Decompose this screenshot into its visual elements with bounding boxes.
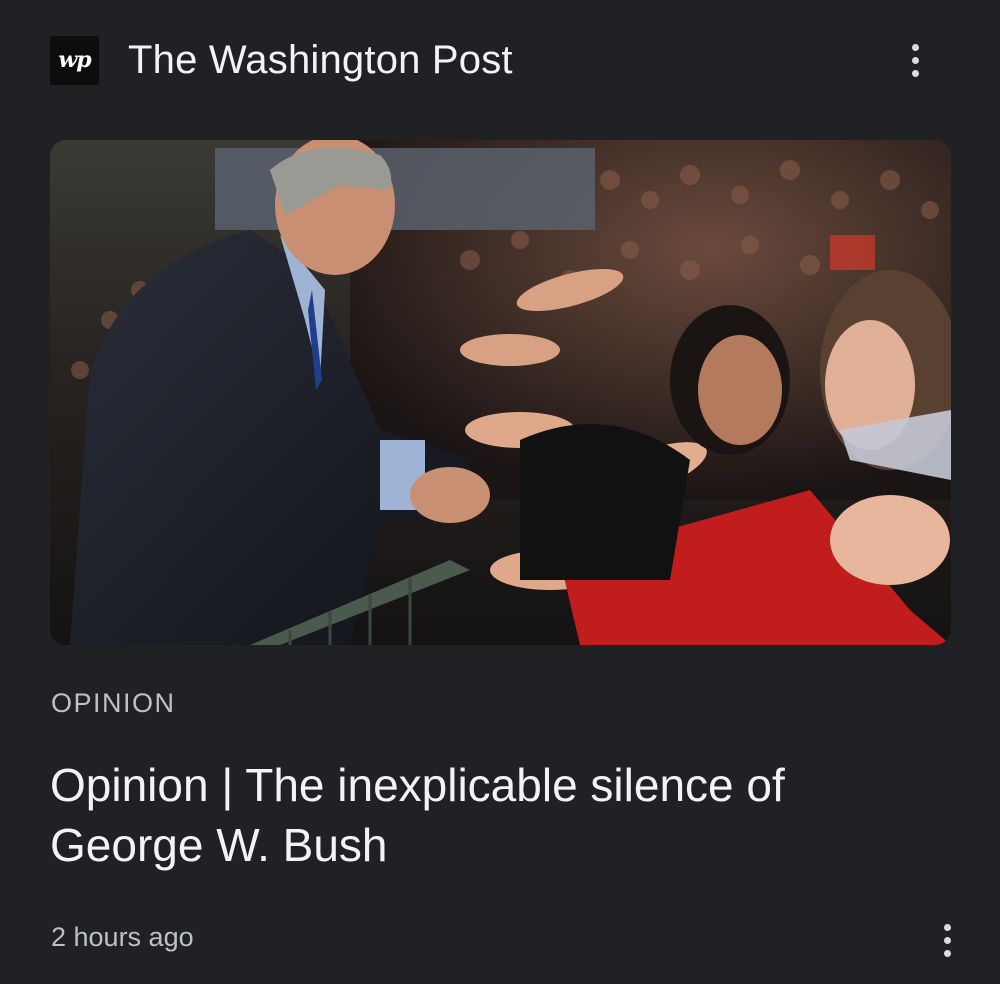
more-options-button[interactable] [900, 35, 930, 85]
photo-illustration [50, 140, 951, 645]
more-vert-icon-dot [943, 949, 951, 957]
article-image[interactable] [50, 140, 951, 645]
more-vert-icon-dot [943, 936, 951, 944]
publisher-name: The Washington Post [128, 37, 513, 82]
more-vert-icon-dot [911, 69, 919, 77]
article-headline[interactable]: Opinion | The inexplicable silence of Ge… [50, 755, 930, 875]
more-vert-icon-dot [911, 56, 919, 64]
news-card[interactable]: wp The Washington Post OPINION Opinion |… [0, 0, 1000, 984]
section-label: OPINION [51, 688, 176, 718]
more-vert-icon-dot [943, 923, 951, 931]
publisher-logo: wp [50, 35, 99, 85]
published-time: 2 hours ago [51, 922, 194, 952]
card-header: wp The Washington Post [50, 30, 970, 90]
article-more-options-button[interactable] [932, 915, 962, 965]
more-vert-icon-dot [911, 43, 919, 51]
